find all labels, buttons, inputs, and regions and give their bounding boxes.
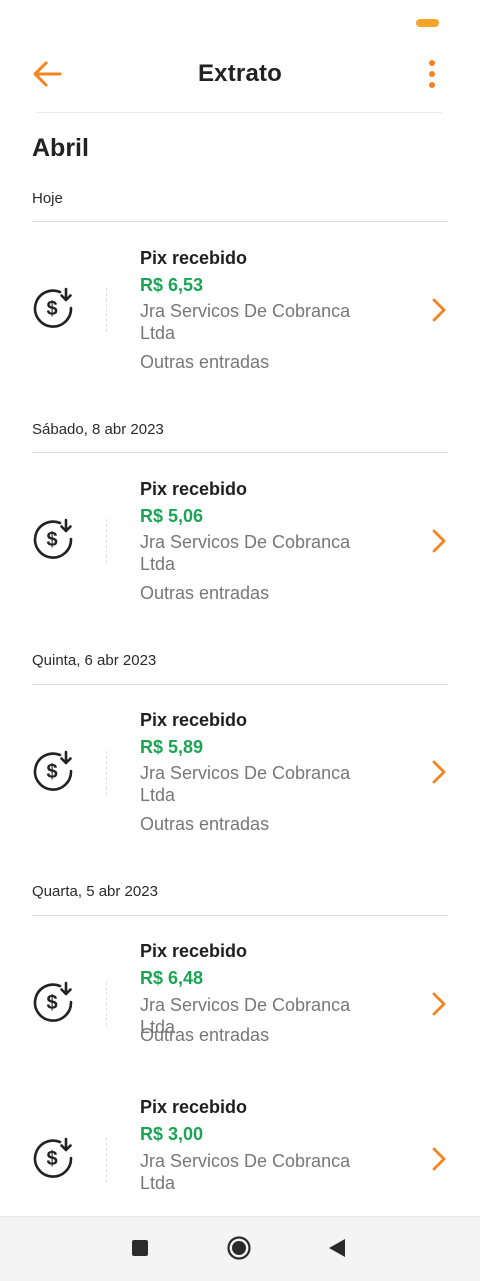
transaction-type: Pix recebido bbox=[140, 710, 248, 730]
transaction-description: Jra Servicos De Cobranca Ltda bbox=[140, 301, 351, 343]
app-header: Extrato bbox=[0, 48, 480, 104]
svg-text:$: $ bbox=[46, 298, 57, 320]
transaction-category: Outras entradas bbox=[140, 352, 270, 372]
svg-text:$: $ bbox=[46, 529, 57, 551]
day-label: Quinta, 6 abr 2023 bbox=[32, 652, 157, 669]
item-separator bbox=[106, 982, 107, 1026]
item-separator bbox=[106, 519, 107, 563]
transaction-amount: R$ 5,06 bbox=[140, 506, 204, 526]
chevron-right-icon bbox=[432, 992, 446, 1016]
transaction-category: Outras entradas bbox=[140, 583, 270, 603]
header-divider bbox=[36, 112, 442, 113]
svg-text:$: $ bbox=[46, 1148, 57, 1170]
transaction-item[interactable]: $ Pix recebido R$ 6,53 Jra Servicos De C… bbox=[0, 222, 480, 402]
transaction-category: Outras entradas bbox=[140, 814, 270, 834]
item-separator bbox=[106, 1138, 107, 1182]
transaction-item[interactable]: $ Pix recebido R$ 5,89 Jra Servicos De C… bbox=[0, 685, 480, 865]
svg-text:$: $ bbox=[46, 761, 57, 783]
money-in-icon: $ bbox=[33, 518, 73, 559]
month-heading: Abril bbox=[32, 134, 89, 162]
transaction-type: Pix recebido bbox=[140, 479, 248, 499]
page-title: Extrato bbox=[197, 60, 283, 87]
svg-text:$: $ bbox=[46, 992, 57, 1014]
transaction-type: Pix recebido bbox=[140, 248, 248, 268]
transaction-item[interactable]: $ Pix recebido R$ 3,00 Jra Servicos De C… bbox=[0, 1072, 480, 1212]
money-in-icon: $ bbox=[33, 750, 73, 791]
day-label: Sábado, 8 abr 2023 bbox=[32, 421, 164, 438]
transaction-amount: R$ 6,53 bbox=[140, 275, 204, 295]
item-separator bbox=[106, 751, 107, 795]
transaction-amount: R$ 5,89 bbox=[140, 737, 204, 757]
transaction-type: Pix recebido bbox=[140, 1097, 248, 1117]
system-nav-bar bbox=[0, 1216, 480, 1281]
money-in-icon: $ bbox=[33, 1137, 73, 1178]
item-separator bbox=[106, 288, 107, 332]
transaction-description: Jra Servicos De Cobranca Ltda bbox=[140, 1151, 351, 1193]
transaction-description: Jra Servicos De Cobranca Ltda bbox=[140, 532, 351, 574]
system-back-button[interactable] bbox=[328, 1238, 346, 1258]
day-label: Quarta, 5 abr 2023 bbox=[32, 883, 158, 900]
more-options-button[interactable] bbox=[420, 58, 444, 92]
recent-apps-button[interactable] bbox=[132, 1240, 148, 1256]
chevron-right-icon bbox=[432, 1147, 446, 1171]
transaction-item[interactable]: $ Pix recebido R$ 6,48 Jra Servicos De C… bbox=[0, 916, 480, 1066]
home-button[interactable] bbox=[227, 1236, 251, 1260]
transaction-amount: R$ 3,00 bbox=[140, 1124, 204, 1144]
chevron-right-icon bbox=[432, 529, 446, 553]
chevron-right-icon bbox=[432, 760, 446, 784]
day-label: Hoje bbox=[32, 190, 63, 207]
more-vertical-icon bbox=[429, 60, 435, 88]
chevron-right-icon bbox=[432, 298, 446, 322]
status-indicator bbox=[416, 19, 439, 27]
transaction-item[interactable]: $ Pix recebido R$ 5,06 Jra Servicos De C… bbox=[0, 453, 480, 633]
transaction-type: Pix recebido bbox=[140, 941, 248, 961]
transaction-amount: R$ 6,48 bbox=[140, 968, 204, 988]
transaction-description: Jra Servicos De Cobranca Ltda bbox=[140, 763, 351, 805]
transaction-category: Outras entradas bbox=[140, 1025, 270, 1045]
money-in-icon: $ bbox=[33, 287, 73, 328]
money-in-icon: $ bbox=[33, 981, 73, 1022]
